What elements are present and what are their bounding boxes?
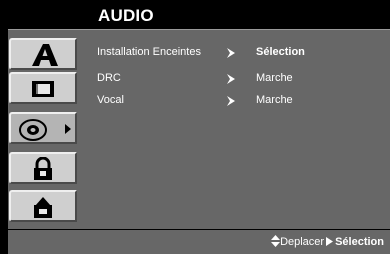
up-down-arrow-icon	[271, 235, 281, 247]
gear-icon	[34, 197, 52, 218]
active-tab-arrow-icon	[65, 124, 71, 134]
setting-value: Marche	[256, 94, 293, 106]
setting-label: DRC	[97, 72, 121, 84]
tab-lock[interactable]	[9, 152, 77, 184]
letter-a-icon	[32, 44, 58, 66]
tab-language[interactable]	[9, 38, 77, 70]
tab-display[interactable]	[9, 72, 77, 104]
osd-menu: AUDIO Installation Enceintes Sélection D…	[0, 0, 390, 254]
speaker-icon	[19, 119, 47, 141]
tab-audio[interactable]	[9, 112, 77, 144]
tv-screen-icon	[32, 81, 54, 97]
chevron-right-icon	[227, 96, 235, 106]
move-hint-label: Deplacer	[280, 236, 325, 248]
padlock-icon	[34, 157, 52, 180]
right-arrow-icon	[326, 237, 334, 246]
menu-title: AUDIO	[98, 6, 154, 25]
tab-others[interactable]	[9, 190, 77, 222]
chevron-right-icon	[227, 48, 235, 58]
footer-hint-bar: Deplacer Sélection	[8, 230, 390, 254]
title-bar: AUDIO	[0, 0, 390, 29]
settings-panel	[8, 29, 390, 229]
setting-value: Sélection	[256, 46, 305, 58]
navigation-hint: Deplacer Sélection	[271, 235, 384, 248]
chevron-right-icon	[227, 74, 235, 84]
setting-label: Vocal	[97, 94, 124, 106]
select-hint-label: Sélection	[335, 236, 384, 248]
setting-label: Installation Enceintes	[97, 46, 201, 58]
setting-value: Marche	[256, 72, 293, 84]
